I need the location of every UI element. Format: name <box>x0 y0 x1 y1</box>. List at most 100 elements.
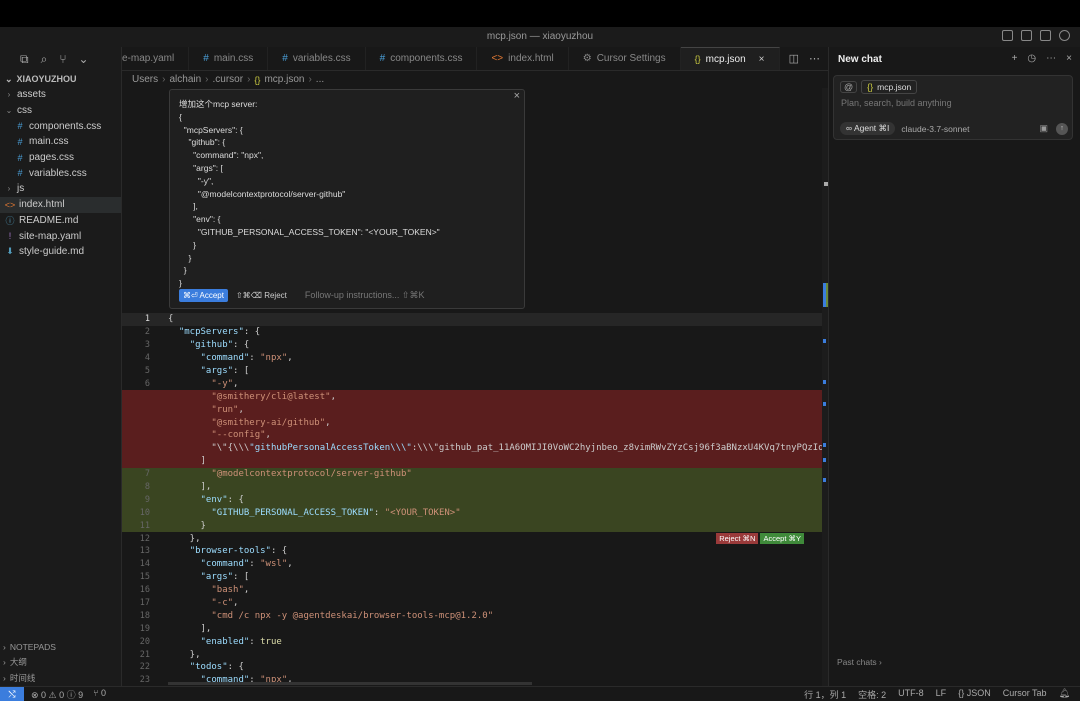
file-item[interactable]: # components.css <box>0 118 121 134</box>
code-line[interactable]: 20 "enabled": true <box>122 635 822 648</box>
toggle-sidebar-icon[interactable] <box>1002 30 1013 41</box>
breadcrumb-item[interactable]: ... <box>316 74 324 85</box>
source-control-icon[interactable]: ⑂ <box>59 52 66 66</box>
code-line[interactable]: 21 }, <box>122 648 822 661</box>
code-line[interactable]: 6 "-y", <box>122 377 822 390</box>
added-code-line[interactable]: 7 "@modelcontextprotocol/server-github" <box>122 467 822 481</box>
chat-title[interactable]: New chat <box>838 54 882 65</box>
cursor-position[interactable]: 行 1，列 1 <box>804 688 846 701</box>
ports-indicator[interactable]: ⑂ 0 <box>93 688 106 701</box>
editor-tab[interactable]: e-map.yaml <box>122 47 190 70</box>
close-icon[interactable]: × <box>759 54 765 65</box>
context-chip[interactable]: {} mcp.json <box>861 80 918 94</box>
code-line[interactable]: 22 "todos": { <box>122 661 822 674</box>
file-item[interactable]: # variables.css <box>0 165 121 181</box>
followup-input[interactable]: Follow-up instructions... ⇧⌘K <box>305 290 425 301</box>
timeline-section[interactable]: › 时间线 <box>0 670 121 686</box>
more-icon[interactable]: ⋯ <box>1046 53 1056 64</box>
agent-mode-selector[interactable]: ∞ Agent ⌘I <box>840 122 896 135</box>
code-line[interactable]: 12 }, Reject ⌘N Accept ⌘Y <box>122 532 822 545</box>
code-line[interactable]: 5 "args": [ <box>122 365 822 378</box>
split-editor-icon[interactable]: ◫ <box>789 52 799 65</box>
notepads-section[interactable]: › NOTEPADS <box>0 639 121 655</box>
language-mode[interactable]: {} JSON <box>958 688 991 701</box>
code-line[interactable]: 19 ], <box>122 622 822 635</box>
editor-tab[interactable]: # variables.css <box>268 47 366 70</box>
added-code-line[interactable]: 9 "env": { <box>122 493 822 507</box>
accept-button[interactable]: ⌘⏎ Accept <box>179 289 228 302</box>
close-icon[interactable]: × <box>514 90 520 102</box>
files-icon[interactable]: ⧉ <box>20 52 29 67</box>
inline-accept-button[interactable]: Accept ⌘Y <box>760 533 804 545</box>
deleted-code-line[interactable]: "\"{\\\"githubPersonalAccessToken\\\":\\… <box>122 441 856 455</box>
code-text: "browser-tools": { <box>189 546 288 557</box>
outline-section[interactable]: › 大纲 <box>0 655 121 671</box>
code-line[interactable]: 16 "bash", <box>122 584 822 597</box>
deleted-code-line[interactable]: "run", <box>122 403 822 417</box>
horizontal-scrollbar[interactable] <box>168 682 532 685</box>
code-line[interactable]: 18 "cmd /c npx -y @agentdeskai/browser-t… <box>122 609 822 622</box>
toggle-panel-icon[interactable] <box>1021 30 1032 41</box>
breadcrumb-item[interactable]: mcp.json <box>264 74 304 85</box>
remote-icon[interactable]: ⤭ <box>0 686 24 701</box>
past-chats-link[interactable]: Past chats › <box>837 657 882 667</box>
file-item[interactable]: ⓘ README.md <box>0 213 121 229</box>
editor-tab[interactable]: <> index.html <box>477 47 569 70</box>
breadcrumb-item[interactable]: .cursor <box>213 74 244 85</box>
add-context-button[interactable]: @ <box>840 81 858 93</box>
chat-input-box[interactable]: @ {} mcp.json Plan, search, build anythi… <box>833 75 1073 140</box>
file-item[interactable]: ⬇ style-guide.md <box>0 244 121 260</box>
file-item[interactable]: <> index.html <box>0 196 121 213</box>
popup-message[interactable]: 增加这个mcp server: { "mcpServers": { "githu… <box>179 98 515 290</box>
editor-tab[interactable]: {} mcp.json × <box>680 47 780 70</box>
image-icon[interactable]: ▣ <box>1039 123 1048 134</box>
added-code-line[interactable]: 10 "GITHUB_PERSONAL_ACCESS_TOKEN": "<YOU… <box>122 506 822 520</box>
code-line[interactable]: 4 "command": "npx", <box>122 352 822 365</box>
add-chat-icon[interactable]: + <box>1012 53 1018 64</box>
indentation[interactable]: 空格: 2 <box>858 688 886 701</box>
history-icon[interactable]: ◷ <box>1027 53 1036 64</box>
customize-layout-icon[interactable] <box>1059 30 1070 41</box>
end-of-line[interactable]: LF <box>936 688 947 701</box>
deleted-code-line[interactable]: "@smithery/cli@latest", <box>122 390 822 404</box>
deleted-code-line[interactable]: ] <box>122 454 822 468</box>
folder-item[interactable]: › js <box>0 181 121 197</box>
model-selector[interactable]: claude-3.7-sonnet <box>901 124 969 134</box>
code-line[interactable]: 3 "github": { <box>122 339 822 352</box>
breadcrumb-item[interactable]: Users <box>132 74 158 85</box>
deleted-code-line[interactable]: "--config", <box>122 429 822 442</box>
chat-input[interactable]: Plan, search, build anything <box>841 98 952 108</box>
code-line[interactable]: 17 "-c", <box>122 597 822 610</box>
send-icon[interactable]: ↑ <box>1056 122 1068 135</box>
encoding[interactable]: UTF-8 <box>898 688 924 701</box>
more-actions-icon[interactable]: ⋯ <box>809 52 820 65</box>
bell-icon[interactable]: 🔔︎ <box>1059 688 1070 701</box>
deleted-code-line[interactable]: "@smithery-ai/github", <box>122 416 822 430</box>
file-item[interactable]: ! site-map.yaml <box>0 228 121 244</box>
code-line[interactable]: 15 "args": [ <box>122 571 822 584</box>
code-editor[interactable]: 1{2 "mcpServers": {3 "github": {4 "comma… <box>122 313 856 687</box>
explorer-root-folder[interactable]: ⌄ XIAOYUZHOU <box>0 71 121 87</box>
inline-reject-button[interactable]: Reject ⌘N <box>716 533 759 545</box>
file-item[interactable]: # pages.css <box>0 150 121 166</box>
code-line[interactable]: 14 "command": "wsl", <box>122 558 822 571</box>
code-line[interactable]: 2 "mcpServers": { <box>122 326 822 339</box>
added-code-line[interactable]: 11 } <box>122 519 822 533</box>
breadcrumb-item[interactable]: alchain <box>169 74 201 85</box>
editor-tab[interactable]: # components.css <box>366 47 478 70</box>
toggle-secondary-sidebar-icon[interactable] <box>1040 30 1051 41</box>
folder-item[interactable]: ⌄ css <box>0 103 121 119</box>
problems-indicator[interactable]: ⊗ 0 ⚠ 0 ⓘ 9 <box>31 688 83 701</box>
reject-button[interactable]: ⇧⌘⌫ Reject <box>236 291 287 300</box>
code-line[interactable]: 13 "browser-tools": { <box>122 545 822 558</box>
search-icon[interactable]: ⌕ <box>41 52 48 67</box>
editor-tab[interactable]: # main.css <box>189 47 269 70</box>
folder-item[interactable]: › assets <box>0 87 121 103</box>
cursor-tab[interactable]: Cursor Tab <box>1003 688 1047 701</box>
chevron-down-icon[interactable]: ⌄ <box>79 52 89 66</box>
close-icon[interactable]: × <box>1066 53 1072 64</box>
added-code-line[interactable]: 8 ], <box>122 480 822 494</box>
code-line[interactable]: 1{ <box>122 313 822 326</box>
editor-tab[interactable]: ⚙ Cursor Settings <box>569 47 681 70</box>
file-item[interactable]: # main.css <box>0 134 121 150</box>
